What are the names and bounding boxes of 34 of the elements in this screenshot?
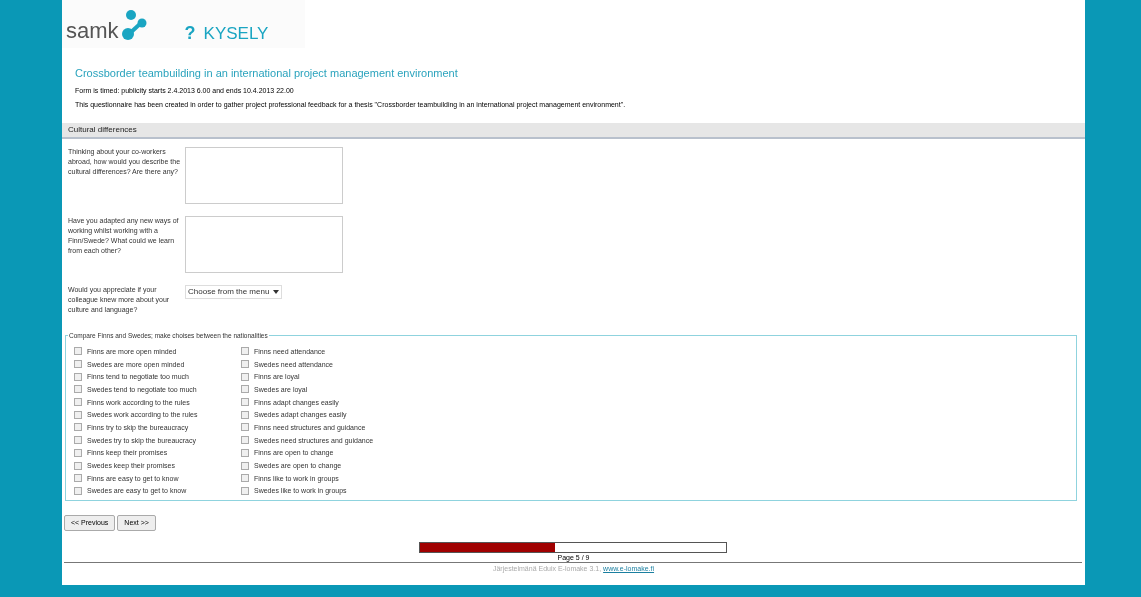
answer-textarea[interactable] [185, 216, 343, 273]
checkbox[interactable] [74, 372, 82, 381]
checkbox[interactable] [241, 360, 249, 369]
app-name: KYSELY [203, 25, 269, 42]
checkbox[interactable] [74, 461, 82, 470]
checkbox[interactable] [74, 423, 82, 432]
answer-textarea[interactable] [185, 147, 343, 204]
checkbox[interactable] [74, 410, 82, 419]
checkbox[interactable] [74, 347, 82, 356]
question-mark-icon: ? [184, 24, 196, 42]
checkbox[interactable] [74, 398, 82, 407]
checkbox[interactable] [74, 448, 82, 457]
checkbox[interactable] [241, 448, 249, 457]
logo-dots-icon [120, 10, 147, 40]
checkbox[interactable] [74, 360, 82, 369]
checkbox[interactable] [241, 410, 249, 419]
checkbox[interactable] [74, 385, 82, 394]
checkbox[interactable] [241, 347, 249, 356]
checkbox[interactable] [74, 436, 82, 445]
checkbox[interactable] [241, 385, 249, 394]
checkbox[interactable] [241, 372, 249, 381]
checkbox[interactable] [74, 474, 82, 483]
logo-text: samk [66, 20, 119, 42]
checkbox[interactable] [241, 486, 249, 495]
checkbox[interactable] [241, 398, 249, 407]
checkbox[interactable] [241, 461, 249, 470]
choice-dropdown[interactable]: Choose from the menu [185, 285, 283, 299]
checkbox[interactable] [241, 474, 249, 483]
checkbox[interactable] [241, 423, 249, 432]
caret-icon [273, 290, 280, 294]
section-header: Cultural differences [62, 123, 1085, 139]
checkbox[interactable] [241, 436, 249, 445]
checkbox[interactable] [74, 486, 82, 495]
survey-title: Crossborder teambuilding in an international project management environment [75, 68, 459, 79]
